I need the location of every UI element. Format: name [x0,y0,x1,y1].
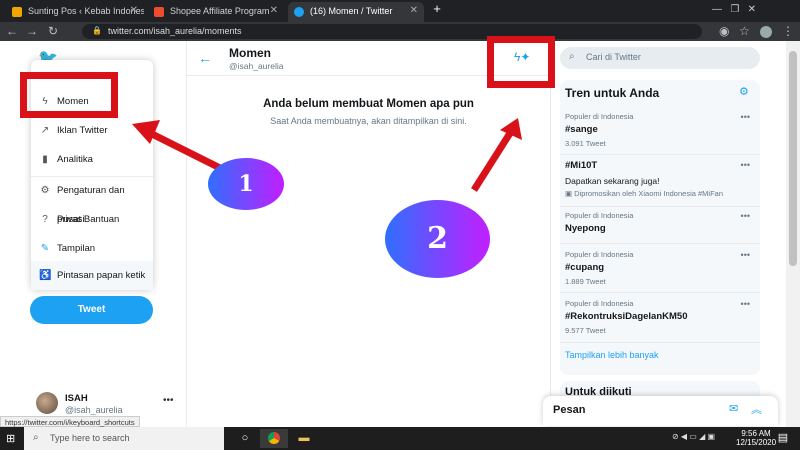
system-tray-icons[interactable]: ⊘ ◀ ▭ ◢ ▣ [672,432,715,441]
annotation-arrow-line [471,128,515,192]
file-explorer-icon[interactable]: ▬ [290,429,318,448]
notifications-icon[interactable]: ▤ [772,429,794,448]
search-icon: ⌕ [33,432,39,443]
clock-date: 12/15/2020 [736,438,777,447]
annotation-step-badge: 2 [385,200,490,278]
annotation-step-badge: 1 [208,158,284,210]
taskbar-search-placeholder: Type here to search [50,433,130,443]
taskbar-clock[interactable]: 9:56 AM 12/15/2020 [736,429,776,447]
task-view-icon[interactable]: ○ [231,429,259,448]
taskbar-search-input[interactable]: ⌕ Type here to search [24,427,224,450]
windows-start-icon[interactable]: ⊞ [6,432,15,445]
clock-time: 9:56 AM [741,429,771,438]
annotation-arrow-line [146,128,230,176]
chrome-icon[interactable] [260,429,288,448]
